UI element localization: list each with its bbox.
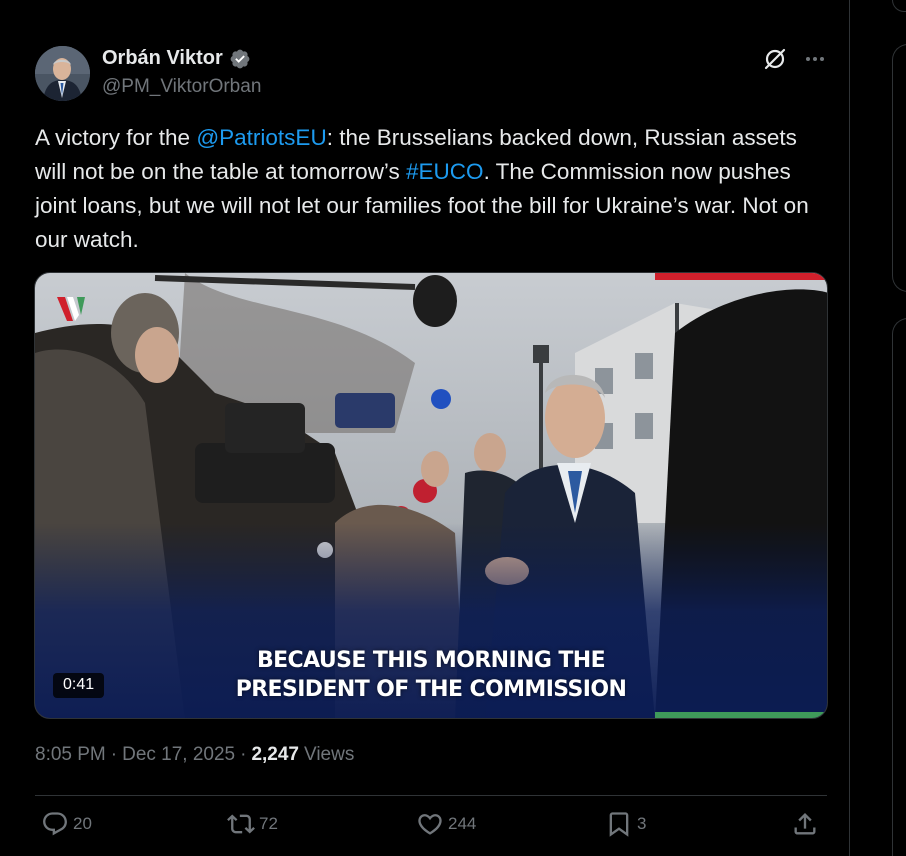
- sidebar-card-edge: [892, 0, 906, 12]
- bookmark-icon: [605, 810, 633, 838]
- video-caption: BECAUSE THIS MORNING THE PRESIDENT OF TH…: [35, 646, 827, 704]
- sidebar-card: [892, 318, 906, 856]
- author-handle[interactable]: @PM_ViktorOrban: [102, 76, 261, 98]
- repost-count: 72: [259, 814, 278, 833]
- share-icon: [791, 810, 819, 838]
- video-caption-line: BECAUSE THIS MORNING THE: [256, 648, 606, 673]
- heart-icon: [416, 810, 444, 838]
- tweet-date[interactable]: Dec 17, 2025: [122, 744, 235, 766]
- tweet-meta: 8:05 PM · Dec 17, 2025 · 2,247 Views: [35, 744, 354, 766]
- mention-link[interactable]: @PatriotsEU: [196, 125, 326, 150]
- tweet-text-segment: A victory for the: [35, 125, 197, 150]
- video-caption-line: PRESIDENT OF THE COMMISSION: [235, 677, 627, 702]
- bookmark-count: 3: [637, 814, 647, 833]
- more-icon[interactable]: [802, 48, 828, 70]
- tweet-text: A victory for the @PatriotsEU: the Bruss…: [35, 121, 825, 257]
- tweet-actions: 20 72 244 3: [35, 810, 827, 846]
- repost-button[interactable]: 72: [227, 810, 278, 838]
- hashtag-link[interactable]: #EUCO: [406, 159, 484, 184]
- grok-icon[interactable]: [762, 46, 788, 72]
- bookmark-button[interactable]: 3: [605, 810, 646, 838]
- views-label: Views: [304, 744, 355, 765]
- verified-badge-icon[interactable]: [229, 48, 251, 70]
- share-button[interactable]: [791, 810, 819, 838]
- video-player[interactable]: BECAUSE THIS MORNING THE PRESIDENT OF TH…: [34, 272, 828, 719]
- reply-button[interactable]: 20: [41, 810, 92, 838]
- like-count: 244: [448, 814, 477, 833]
- repost-icon: [227, 810, 255, 838]
- channel-logo-icon: [53, 291, 89, 327]
- timeline-column-border: [849, 0, 850, 856]
- like-button[interactable]: 244: [416, 810, 476, 838]
- tweet-time[interactable]: 8:05 PM: [35, 744, 106, 766]
- author-name[interactable]: Orbán Viktor: [102, 47, 223, 70]
- meta-separator: ·: [240, 744, 247, 765]
- views-count: 2,247: [251, 744, 299, 765]
- video-duration: 0:41: [53, 673, 105, 698]
- reply-count: 20: [73, 814, 92, 833]
- avatar[interactable]: [35, 46, 90, 101]
- sidebar-card: [892, 44, 906, 292]
- reply-icon: [41, 810, 69, 838]
- divider: [35, 795, 827, 796]
- meta-separator: ·: [110, 744, 118, 765]
